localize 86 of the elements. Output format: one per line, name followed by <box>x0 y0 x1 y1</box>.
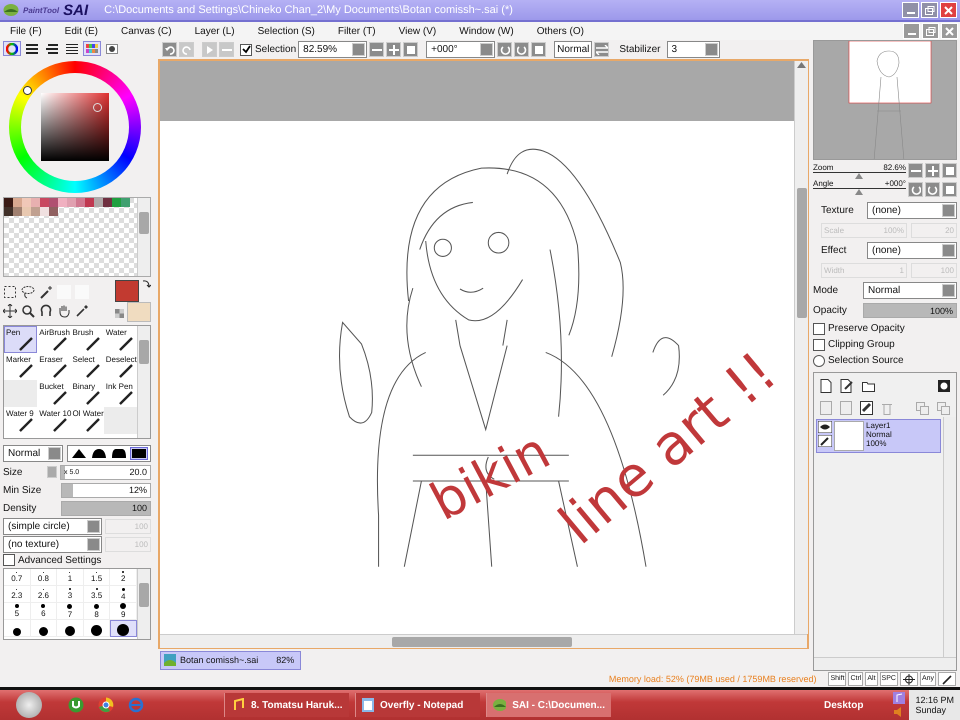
window-title: C:\Documents and Settings\Chineko Chan_2\My Documents\Botan comissh~.sai (*) <box>104 4 514 16</box>
checkbox[interactable]: Clipping Group <box>813 338 957 351</box>
brush-size-option[interactable]: 8 <box>84 603 110 620</box>
effect-label: Effect <box>821 245 848 256</box>
brush-tool[interactable]: Water <box>104 326 137 353</box>
memory-status: Memory load: 52% (79MB used / 1759MB reserved) <box>608 674 816 684</box>
size-value: 20.0 <box>129 467 147 477</box>
layer-mode-select[interactable]: Normal <box>863 282 957 299</box>
tab-title: Botan comissh~.sai <box>180 655 258 665</box>
stabilizer-label: Stabilizer <box>619 44 661 55</box>
layer-name: Layer1 <box>866 421 892 430</box>
texture-select[interactable]: (none) <box>867 202 957 219</box>
brush-size-option[interactable]: 7 <box>57 603 84 620</box>
taskbar-button[interactable]: Overfly - Notepad <box>355 693 480 717</box>
density-label: Density <box>3 502 38 514</box>
brush-size-option[interactable]: 5 <box>4 603 31 620</box>
menu-item[interactable]: View (V) <box>398 26 436 36</box>
opacity-value: 100% <box>930 306 953 316</box>
clock-time: 12:16 PM <box>915 695 954 705</box>
taskbar-button[interactable]: 8. Tomatsu Haruk... <box>224 693 349 717</box>
brush-tool[interactable]: Brush <box>70 326 104 353</box>
mode-label: Mode <box>813 285 840 296</box>
brush-tool[interactable]: Marker <box>4 353 38 380</box>
canvas-area[interactable]: bikin line art !! <box>160 61 794 634</box>
checkbox[interactable]: Preserve Opacity <box>813 322 957 335</box>
brush-tool[interactable]: AirBrush <box>37 326 70 353</box>
texture-label: Texture <box>821 205 855 216</box>
brush-size-option[interactable]: 3 <box>57 586 84 603</box>
menu-item[interactable]: Canvas (C) <box>121 26 172 36</box>
menu-item[interactable]: Others (O) <box>536 26 584 36</box>
angle-value: +000° <box>884 179 906 188</box>
view-mode-field[interactable]: Normal <box>554 41 592 58</box>
menu-item[interactable]: Edit (E) <box>64 26 98 36</box>
angle-select[interactable]: +000° <box>426 41 496 58</box>
density-value: 100 <box>132 503 147 513</box>
menu-item[interactable]: Layer (L) <box>194 26 235 36</box>
brush-tool[interactable]: Ol Water <box>70 407 104 434</box>
brush-shape-select[interactable]: (simple circle) <box>3 518 102 534</box>
layer-item[interactable]: Layer1 Normal 100% <box>816 419 941 453</box>
brush-texture-select[interactable]: (no texture) <box>3 536 102 552</box>
brush-size-option[interactable]: 0.7 <box>4 569 31 586</box>
tab-zoom: 82% <box>276 655 294 665</box>
layer-mode: Normal <box>866 430 892 439</box>
desktop-toolbar[interactable]: Desktop <box>824 700 864 710</box>
menu-item[interactable]: Window (W) <box>459 26 514 36</box>
density-slider[interactable]: 100 <box>61 500 151 516</box>
brush-tool[interactable]: Water 9 <box>4 407 38 434</box>
brush-size-option[interactable]: 6 <box>30 603 58 620</box>
logo-text: PaintTool <box>23 6 60 14</box>
min-size-slider[interactable]: 12% <box>61 482 151 498</box>
menu-item[interactable]: Filter (T) <box>338 26 376 36</box>
radio-button[interactable]: Selection Source <box>813 354 957 367</box>
logo-text: SAI <box>63 2 88 18</box>
brush-size-option[interactable]: 0.8 <box>30 569 58 586</box>
brush-size-option[interactable]: 2.3 <box>4 586 31 603</box>
menu-item[interactable]: File (F) <box>10 26 42 36</box>
stabilizer-select[interactable]: 3 <box>666 41 720 58</box>
min-size-label: Min Size <box>3 484 42 496</box>
angle-label: Angle <box>813 179 834 188</box>
clock-day: Sunday <box>915 705 954 715</box>
brush-size-option[interactable]: 1.5 <box>84 569 110 586</box>
blend-mode-select[interactable]: Normal <box>3 445 63 462</box>
brush-size-option[interactable]: 1 <box>57 569 84 586</box>
opacity-label: Opacity <box>813 305 848 316</box>
opacity-slider[interactable]: 100% <box>863 303 957 318</box>
zoom-label: Zoom <box>813 163 834 172</box>
advanced-settings-checkbox[interactable]: Advanced Settings <box>3 554 151 566</box>
layer-opacity: 100% <box>866 439 888 448</box>
brush-size-option[interactable]: 2.6 <box>30 586 58 603</box>
brush-tool[interactable]: Deselect <box>104 353 137 380</box>
size-label: Size <box>3 466 24 478</box>
brush-tool[interactable]: Pen <box>4 326 38 353</box>
zoom-select[interactable]: 82.59% <box>298 41 368 58</box>
brush-tool[interactable]: Ink Pen <box>104 380 137 407</box>
document-tab[interactable]: Botan comissh~.sai 82% <box>160 650 302 670</box>
brush-tool[interactable]: Bucket <box>37 380 70 407</box>
brush-tool[interactable]: Binary <box>70 380 104 407</box>
selection-checkbox[interactable]: Selection <box>240 44 296 56</box>
min-size-value: 12% <box>128 485 147 495</box>
brush-tool[interactable]: Select <box>70 353 104 380</box>
effect-select[interactable]: (none) <box>867 242 957 259</box>
brush-size-option[interactable]: 3.5 <box>84 586 110 603</box>
menu-item[interactable]: Selection (S) <box>258 26 315 36</box>
brush-tool[interactable]: Water 10 <box>37 407 70 434</box>
zoom-value: 82.6% <box>883 163 906 172</box>
brush-tool[interactable]: Eraser <box>37 353 70 380</box>
